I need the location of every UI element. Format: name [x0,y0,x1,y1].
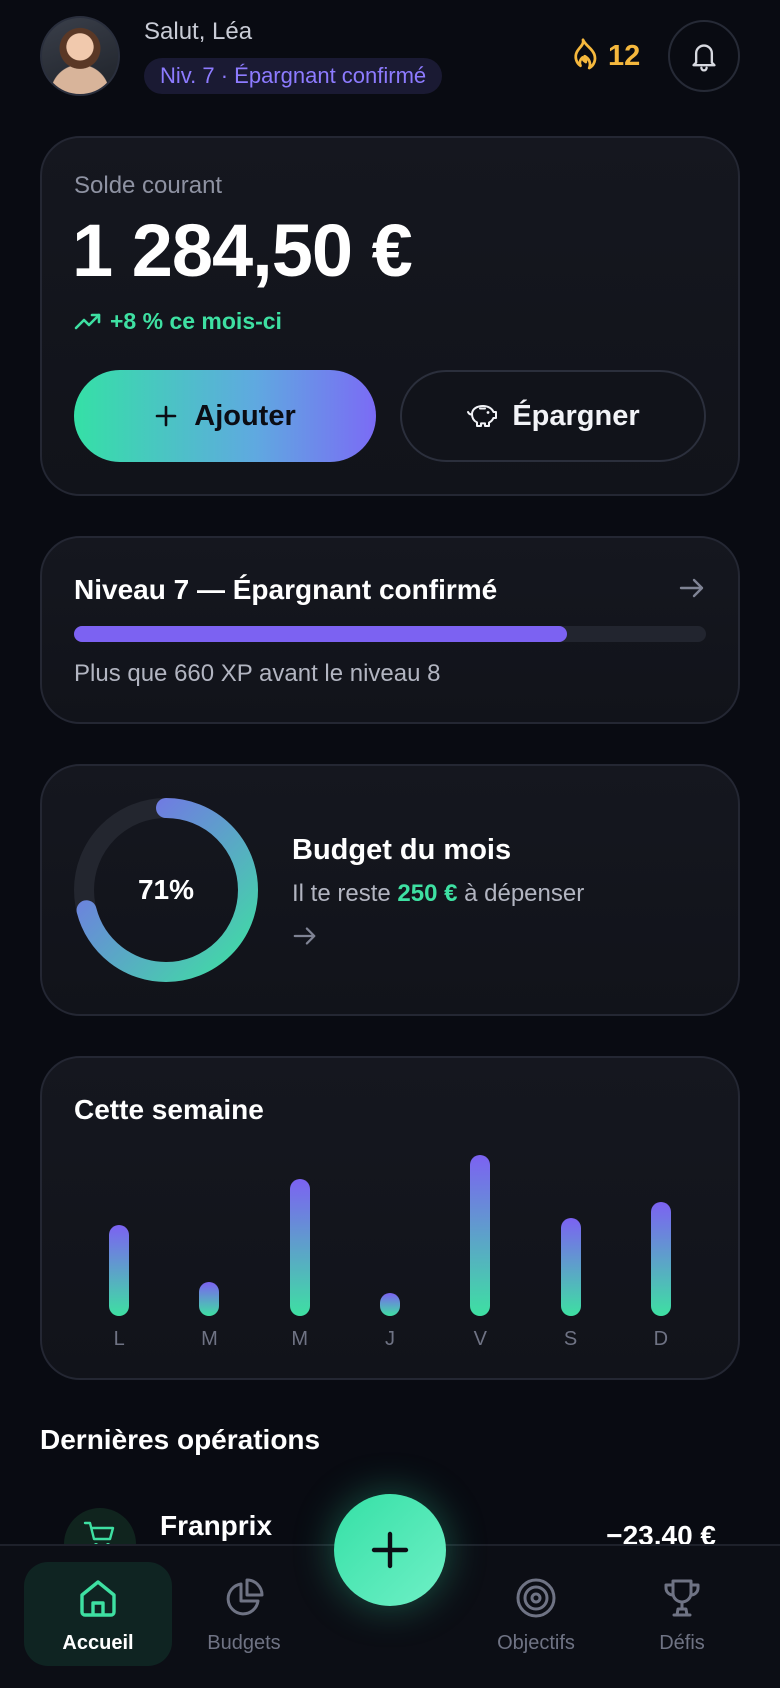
avatar[interactable] [40,16,120,96]
weekly-bar [289,1178,310,1316]
level-progress-track [74,626,706,642]
weekly-bar [109,1225,130,1316]
budget-remaining-suffix: à dépenser [464,880,585,907]
level-subtitle: Plus que 660 XP avant le niveau 8 [74,660,441,687]
weekly-bar-label: V [473,1328,487,1350]
weekly-bar [199,1281,220,1316]
budget-card[interactable]: 71% Budget du mois Il te reste 250 € à d… [40,764,740,1016]
balance-trend-text: +8 % ce mois-ci [110,308,282,334]
nav-item-goals[interactable]: Objectifs [462,1562,610,1666]
weekly-bar-label: M [201,1328,218,1350]
weekly-bar [470,1155,491,1316]
target-icon [516,1578,556,1618]
budget-remaining-prefix: Il te reste [292,880,391,907]
plus-icon [371,1531,409,1569]
nav-label-budgets: Budgets [207,1632,281,1654]
recent-operations-title: Dernières opérations [40,1424,321,1455]
weekly-chart-title: Cette semaine [74,1094,264,1125]
notifications-button[interactable] [668,20,740,92]
level-title: Niveau 7 — Épargnant confirmé [74,574,498,605]
nav-item-challenges[interactable]: Défis [608,1562,756,1666]
weekly-spending-card: Cette semaine L M M J V S D [40,1056,740,1380]
budget-remaining-amount: 250 € [397,880,458,907]
weekly-bar-label: D [653,1328,669,1350]
add-button[interactable]: Ajouter [74,370,376,462]
streak-counter: 12 [568,36,640,76]
level-progress-fill [74,626,567,642]
save-button[interactable]: Épargner [400,370,706,462]
budget-ring: 71% [74,798,258,982]
balance-label: Solde courant [74,172,223,199]
budget-remaining: Il te reste 250 € à dépenser [292,880,584,908]
nav-label-challenges: Défis [659,1632,705,1654]
piggy-bank-icon [467,405,498,427]
nav-item-home[interactable]: Accueil [24,1562,172,1666]
home-icon [80,1580,116,1617]
save-button-label: Épargner [512,399,640,432]
operation-name: Franprix [160,1510,273,1541]
greeting: Salut, Léa [144,18,253,45]
arrow-right-icon [293,927,316,945]
weekly-bar-label: L [113,1328,125,1350]
balance-value: 1 284,50 € [72,209,413,292]
plus-icon [155,405,177,427]
level-badge: Niv. 7 · Épargnant confirmé [144,58,443,94]
bell-icon [692,44,716,72]
level-card[interactable]: Niveau 7 — Épargnant confirmé Plus que 6… [40,536,740,724]
weekly-bar-chart: LMMJVSD [74,1152,706,1366]
nav-label-home: Accueil [62,1632,134,1654]
weekly-bar-label: M [291,1328,309,1350]
weekly-bar [560,1217,581,1316]
budget-percent: 71% [137,874,195,905]
balance-card: Solde courant 1 284,50 € +8 % ce mois-ci… [40,136,740,496]
nav-item-budgets[interactable]: Budgets [170,1562,318,1666]
balance-trend: +8 % ce mois-ci [74,308,282,335]
trending-up-icon [74,313,101,329]
add-button-label: Ajouter [194,399,296,432]
pie-chart-icon [226,1578,264,1616]
weekly-bar [650,1201,671,1316]
add-transaction-fab[interactable] [334,1494,446,1606]
flame-icon [574,38,597,70]
trophy-icon [664,1579,700,1617]
weekly-bar-label: S [563,1328,578,1350]
streak-value: 12 [608,39,641,72]
weekly-bar [380,1292,400,1316]
budget-title: Budget du mois [292,834,512,866]
header: Salut, Léa Niv. 7 · Épargnant confirmé 1… [40,16,740,96]
nav-label-goals: Objectifs [497,1632,575,1654]
arrow-right-icon [679,578,704,598]
weekly-bar-label: J [385,1328,395,1350]
